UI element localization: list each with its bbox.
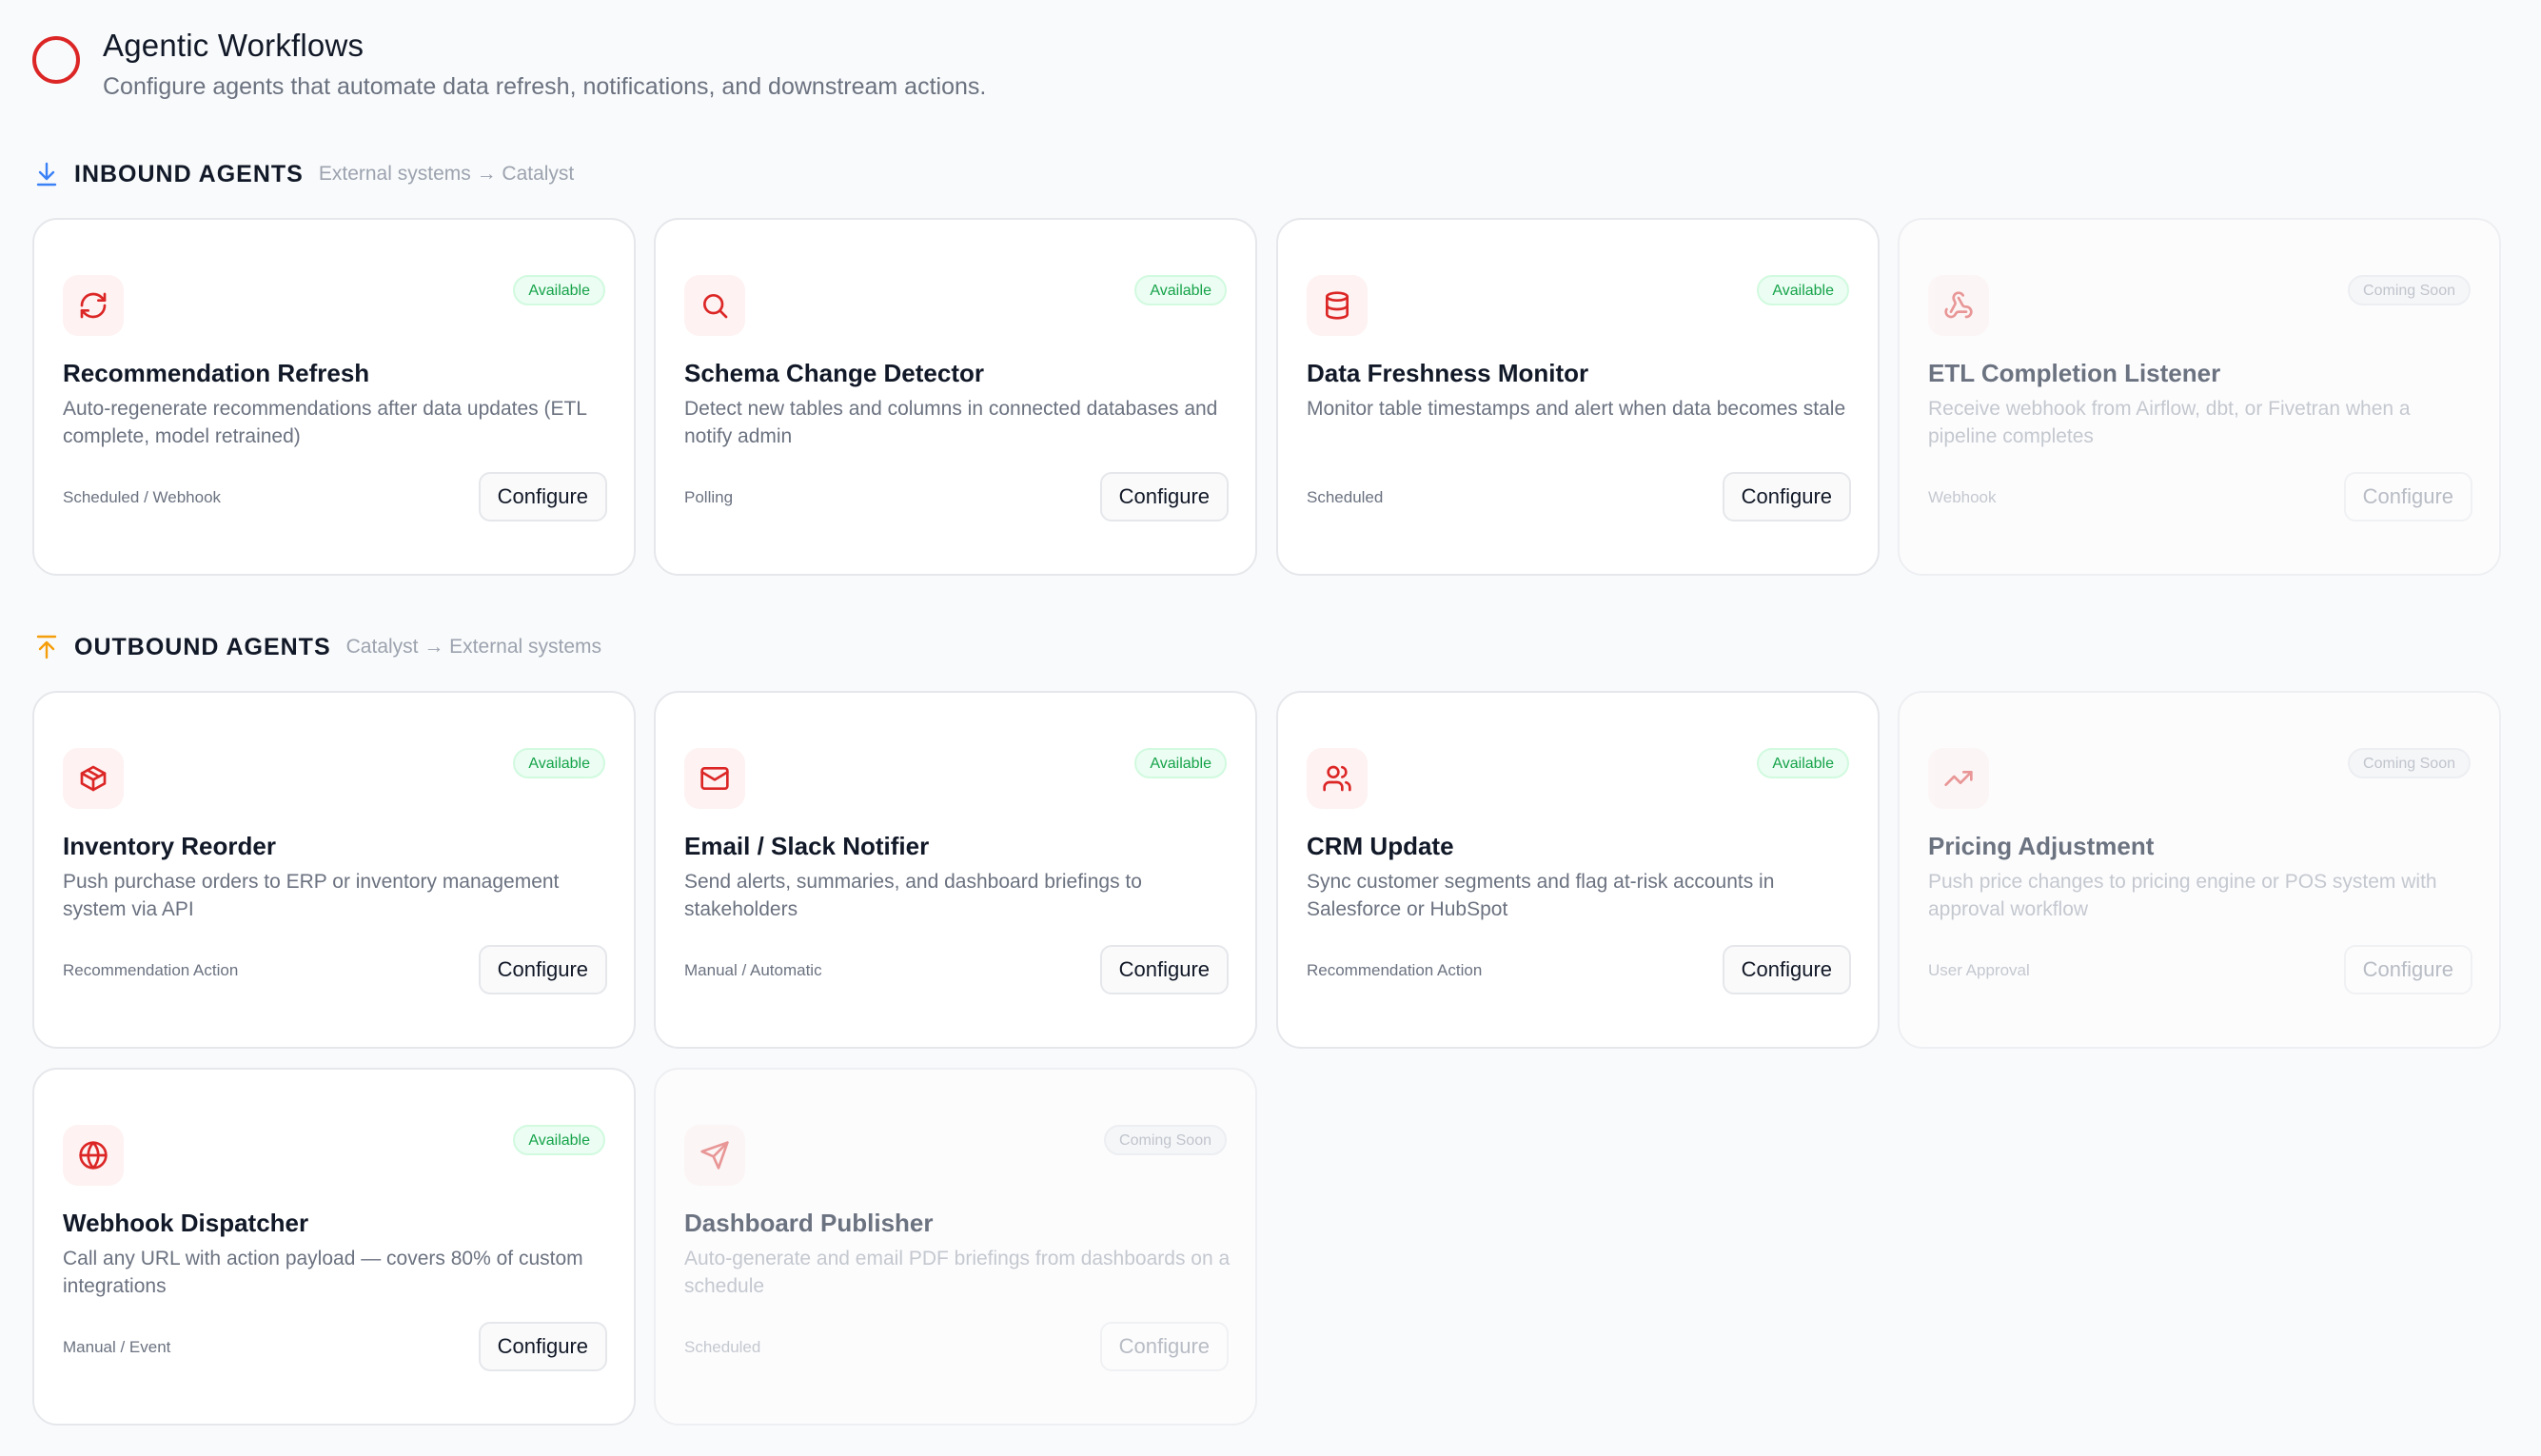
card-description: Send alerts, summaries, and dashboard br… (684, 871, 1142, 920)
status-badge: Available (513, 275, 605, 305)
card-title: ETL Completion Listener (1928, 359, 2221, 387)
agent-card-email-slack-notifier: Available Email / Slack Notifier Send al… (654, 691, 1257, 1049)
card-trigger: Manual / Event (63, 1338, 171, 1356)
card-trigger: Polling (684, 488, 734, 506)
card-title: Email / Slack Notifier (684, 832, 930, 860)
page-title: Agentic Workflows (103, 28, 364, 63)
outbound-section-subtitle: Catalyst → External systems (345, 636, 602, 658)
card-title: Data Freshness Monitor (1307, 359, 1589, 387)
status-badge: Available (513, 748, 605, 778)
card-description: Push price changes to pricing engine or … (1928, 871, 2437, 920)
card-title: Schema Change Detector (684, 359, 984, 387)
configure-button[interactable]: Configure (1099, 1322, 1229, 1371)
logo-circle-icon (32, 36, 80, 84)
configure-button[interactable]: Configure (2343, 945, 2472, 994)
card-description: Receive webhook from Airflow, dbt, or Fi… (1928, 398, 2411, 447)
card-description: Detect new tables and columns in connect… (684, 398, 1218, 447)
status-badge: Available (513, 1125, 605, 1155)
agent-card-data-freshness-monitor: Available Data Freshness Monitor Monitor… (1276, 218, 1880, 576)
configure-button[interactable]: Configure (1099, 472, 1229, 521)
agent-card-dashboard-publisher: Coming Soon Dashboard Publisher Auto-gen… (654, 1068, 1257, 1426)
status-badge: Available (1134, 748, 1227, 778)
agent-card-schema-change-detector: Available Schema Change Detector Detect … (654, 218, 1257, 576)
arrow-down-to-line-icon (34, 160, 59, 188)
mail-icon (684, 748, 745, 809)
page-subtitle: Configure agents that automate data refr… (103, 73, 987, 100)
configure-button[interactable]: Configure (478, 472, 607, 521)
status-badge: Available (1757, 748, 1849, 778)
configure-button[interactable]: Configure (478, 945, 607, 994)
configure-button[interactable]: Configure (1099, 945, 1229, 994)
card-trigger: Scheduled (684, 1338, 761, 1356)
agent-card-etl-completion-listener: Coming Soon ETL Completion Listener Rece… (1898, 218, 2501, 576)
card-trigger: Webhook (1928, 488, 1997, 506)
configure-button[interactable]: Configure (1722, 945, 1851, 994)
configure-button[interactable]: Configure (478, 1322, 607, 1371)
send-icon (684, 1125, 745, 1186)
status-badge: Coming Soon (2348, 275, 2471, 305)
card-title: Inventory Reorder (63, 832, 276, 860)
database-icon (1307, 275, 1368, 336)
agent-card-pricing-adjustment: Coming Soon Pricing Adjustment Push pric… (1898, 691, 2501, 1049)
users-icon (1307, 748, 1368, 809)
card-description: Auto-generate and email PDF briefings fr… (684, 1248, 1231, 1297)
globe-icon (63, 1125, 124, 1186)
card-description: Auto-regenerate recommendations after da… (63, 398, 587, 447)
outbound-section-title: OUTBOUND AGENTS (74, 633, 331, 660)
card-trigger: Recommendation Action (1307, 961, 1483, 979)
inbound-section-heading: INBOUND AGENTS External systems → Cataly… (34, 155, 574, 193)
card-trigger: Scheduled (1307, 488, 1384, 506)
status-badge: Coming Soon (1104, 1125, 1227, 1155)
card-description: Call any URL with action payload — cover… (63, 1248, 583, 1297)
agent-card-crm-update: Available CRM Update Sync customer segme… (1276, 691, 1880, 1049)
card-description: Push purchase orders to ERP or inventory… (63, 871, 560, 920)
page-header: Agentic Workflows Configure agents that … (32, 21, 986, 105)
card-title: Recommendation Refresh (63, 359, 370, 387)
card-description: Monitor table timestamps and alert when … (1307, 398, 1846, 420)
status-badge: Coming Soon (2348, 748, 2471, 778)
card-description: Sync customer segments and flag at-risk … (1307, 871, 1775, 920)
outbound-section-heading: OUTBOUND AGENTS Catalyst → External syst… (34, 628, 601, 666)
search-icon (684, 275, 745, 336)
arrow-up-from-line-icon (34, 633, 59, 661)
card-trigger: Recommendation Action (63, 961, 239, 979)
trending-up-icon (1928, 748, 1989, 809)
refresh-icon (63, 275, 124, 336)
card-title: CRM Update (1307, 832, 1454, 860)
card-trigger: User Approval (1928, 961, 2030, 979)
inbound-section-subtitle: External systems → Catalyst (318, 163, 575, 185)
agent-card-inventory-reorder: Available Inventory Reorder Push purchas… (32, 691, 636, 1049)
package-icon (63, 748, 124, 809)
status-badge: Available (1134, 275, 1227, 305)
card-title: Dashboard Publisher (684, 1209, 934, 1237)
inbound-section-title: INBOUND AGENTS (74, 160, 304, 187)
agent-card-webhook-dispatcher: Available Webhook Dispatcher Call any UR… (32, 1068, 636, 1426)
card-trigger: Scheduled / Webhook (63, 488, 222, 506)
card-title: Pricing Adjustment (1928, 832, 2155, 860)
agent-card-recommendation-refresh: Available Recommendation Refresh Auto-re… (32, 218, 636, 576)
configure-button[interactable]: Configure (2343, 472, 2472, 521)
card-trigger: Manual / Automatic (684, 961, 822, 979)
webhook-icon (1928, 275, 1989, 336)
card-title: Webhook Dispatcher (63, 1209, 309, 1237)
configure-button[interactable]: Configure (1722, 472, 1851, 521)
status-badge: Available (1757, 275, 1849, 305)
